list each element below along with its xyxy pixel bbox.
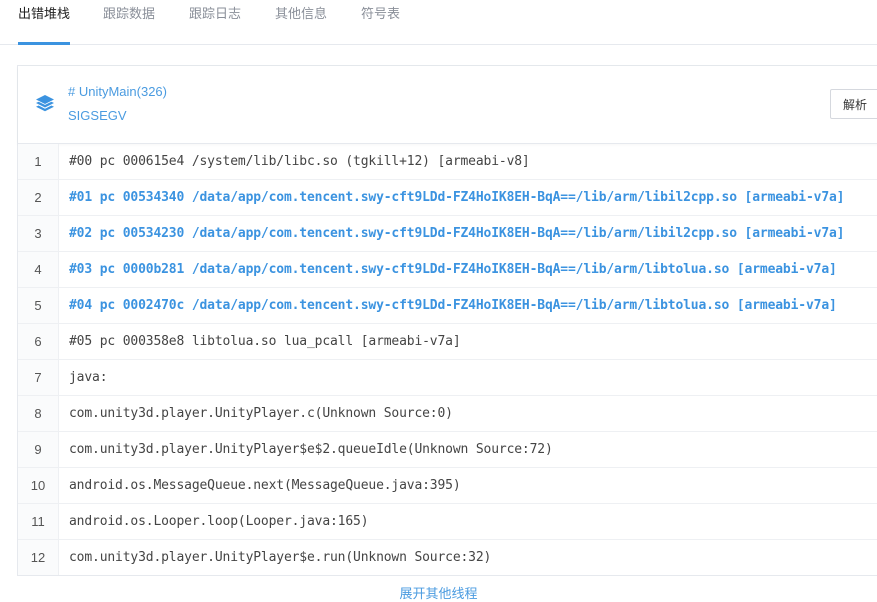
stack-frame-list: 1 #00 pc 000615e4 /system/lib/libc.so (tg…	[18, 144, 877, 575]
signal-name: SIGSEGV	[68, 108, 127, 123]
stack-frame-text: #05 pc 000358e8 libtolua.so lua_pcall [a…	[69, 334, 461, 349]
line-number: 6	[18, 324, 59, 359]
tab-trace-data[interactable]: 跟踪数据	[103, 0, 155, 44]
line-number: 10	[18, 468, 59, 503]
tab-other-info[interactable]: 其他信息	[275, 0, 327, 44]
line-number: 11	[18, 504, 59, 539]
stack-frame-row: 6 #05 pc 000358e8 libtolua.so lua_pcall […	[18, 324, 877, 360]
stack-frame-text: com.unity3d.player.UnityPlayer$e.run(Unk…	[69, 550, 492, 565]
stack-frame-row: 2 #01 pc 00534340 /data/app/com.tencent.s…	[18, 180, 877, 216]
stack-frame-text: #01 pc 00534340 /data/app/com.tencent.sw…	[69, 190, 845, 205]
line-number: 12	[18, 540, 59, 575]
expand-other-threads-link[interactable]: 展开其他线程	[0, 583, 877, 602]
stack-frame-row: 7 java:	[18, 360, 877, 396]
line-number: 1	[18, 144, 59, 179]
stack-frame-row: 1 #00 pc 000615e4 /system/lib/libc.so (tg…	[18, 144, 877, 180]
tab-error-stack[interactable]: 出错堆栈	[18, 0, 71, 45]
line-number: 9	[18, 432, 59, 467]
thread-name[interactable]: # UnityMain(326)	[68, 84, 167, 99]
line-number: 4	[18, 252, 59, 287]
stack-frame-text: #02 pc 00534230 /data/app/com.tencent.sw…	[69, 226, 845, 241]
stack-frame-text: #03 pc 0000b281 /data/app/com.tencent.sw…	[69, 262, 837, 277]
tab-trace-log[interactable]: 跟踪日志	[189, 0, 241, 44]
parse-button[interactable]: 解析	[830, 89, 877, 119]
line-number: 7	[18, 360, 59, 395]
stack-frame-row: 5 #04 pc 0002470c /data/app/com.tencent.s…	[18, 288, 877, 324]
stack-frame-row: 9 com.unity3d.player.UnityPlayer$e$2.queu…	[18, 432, 877, 468]
stack-frame-text: #04 pc 0002470c /data/app/com.tencent.sw…	[69, 298, 837, 313]
tab-symbol-table[interactable]: 符号表	[361, 0, 400, 44]
stack-frame-row: 11 android.os.Looper.loop(Looper.java:165…	[18, 504, 877, 540]
line-number: 2	[18, 180, 59, 215]
line-number: 3	[18, 216, 59, 251]
stack-frame-text: com.unity3d.player.UnityPlayer$e$2.queue…	[69, 442, 553, 457]
stack-frame-text: java:	[69, 370, 108, 385]
layers-icon	[34, 94, 56, 114]
stack-panel: # UnityMain(326) SIGSEGV 解析 1 #00 pc 0006…	[17, 65, 877, 576]
stack-frame-row: 12 com.unity3d.player.UnityPlayer$e.run(U…	[18, 540, 877, 575]
stack-frame-text: android.os.Looper.loop(Looper.java:165)	[69, 514, 369, 529]
stack-frame-row: 10 android.os.MessageQueue.next(MessageQu…	[18, 468, 877, 504]
line-number: 8	[18, 396, 59, 431]
stack-frame-text: android.os.MessageQueue.next(MessageQueu…	[69, 478, 461, 493]
thread-header: # UnityMain(326) SIGSEGV 解析	[18, 66, 877, 144]
stack-frame-text: #00 pc 000615e4 /system/lib/libc.so (tgk…	[69, 154, 530, 169]
stack-frame-text: com.unity3d.player.UnityPlayer.c(Unknown…	[69, 406, 453, 421]
tab-bar: 出错堆栈 跟踪数据 跟踪日志 其他信息 符号表	[0, 0, 877, 45]
stack-frame-row: 4 #03 pc 0000b281 /data/app/com.tencent.s…	[18, 252, 877, 288]
stack-frame-row: 3 #02 pc 00534230 /data/app/com.tencent.s…	[18, 216, 877, 252]
line-number: 5	[18, 288, 59, 323]
stack-frame-row: 8 com.unity3d.player.UnityPlayer.c(Unknow…	[18, 396, 877, 432]
